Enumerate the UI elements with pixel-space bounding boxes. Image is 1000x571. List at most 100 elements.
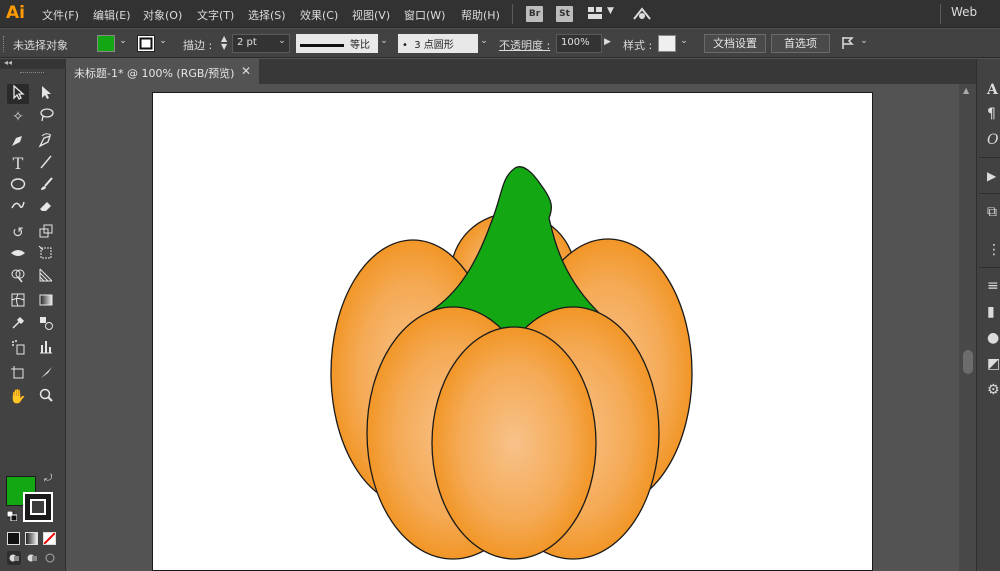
- arrange-icon[interactable]: [840, 35, 856, 51]
- menu-bar: Ai 文件(F) 编辑(E) 对象(O) 文字(T) 选择(S) 效果(C) 视…: [0, 0, 1000, 28]
- magic-wand-tool-icon[interactable]: ✧: [7, 107, 29, 127]
- menu-effect[interactable]: 效果(C): [300, 7, 338, 23]
- chevron-down-icon[interactable]: ⌄: [378, 36, 390, 50]
- panel-grip: [20, 72, 44, 74]
- chevron-down-icon[interactable]: ⌄: [678, 36, 690, 50]
- variable-width-profile[interactable]: 等比: [296, 34, 378, 53]
- eraser-tool-icon[interactable]: [35, 198, 57, 218]
- panel-grip: [3, 36, 5, 52]
- chevron-down-icon[interactable]: ⌄: [478, 36, 490, 50]
- curvature-tool-icon[interactable]: [35, 132, 57, 152]
- selection-tool-icon[interactable]: [7, 84, 29, 104]
- scroll-up-icon[interactable]: ▲: [963, 86, 969, 95]
- stroke-panel-icon[interactable]: ≡: [987, 277, 1000, 295]
- line-segment-tool-icon[interactable]: [35, 154, 57, 174]
- opacity-label[interactable]: 不透明度 :: [499, 37, 550, 53]
- ellipse-tool-icon[interactable]: [7, 176, 29, 196]
- scroll-thumb[interactable]: [963, 350, 973, 374]
- chevron-down-icon[interactable]: ⌄: [276, 36, 288, 50]
- opacity-input[interactable]: 100%: [556, 34, 602, 53]
- chevron-down-icon[interactable]: ⌄: [858, 36, 870, 50]
- default-colors-icon[interactable]: [6, 510, 18, 522]
- arrange-documents-icon[interactable]: [588, 7, 602, 19]
- menu-object[interactable]: 对象(O): [143, 7, 182, 23]
- chevron-right-icon[interactable]: ▶: [604, 37, 611, 47]
- chevron-down-icon[interactable]: ⌄: [157, 36, 169, 50]
- graphic-style-swatch[interactable]: [658, 35, 676, 52]
- eyedropper-tool-icon[interactable]: [7, 315, 29, 335]
- actions-panel-icon[interactable]: ▶: [987, 167, 1000, 185]
- paragraph-panel-icon[interactable]: ¶: [987, 105, 1000, 123]
- menu-edit[interactable]: 编辑(E): [93, 7, 131, 23]
- chevron-down-icon[interactable]: ⌄: [117, 36, 129, 50]
- lasso-tool-icon[interactable]: [35, 107, 57, 127]
- stroke-swatch[interactable]: [23, 492, 53, 522]
- zoom-tool-icon[interactable]: [35, 387, 57, 407]
- swap-colors-icon[interactable]: ⤾: [44, 473, 52, 484]
- gear-icon[interactable]: ⚙: [987, 381, 1000, 399]
- preferences-button[interactable]: 首选项: [771, 34, 830, 53]
- menu-window[interactable]: 窗口(W): [404, 7, 445, 23]
- document-setup-button[interactable]: 文档设置: [704, 34, 766, 53]
- mesh-tool-icon[interactable]: [7, 292, 29, 312]
- chevron-down-icon[interactable]: ▼: [607, 6, 614, 16]
- appearance-panel-icon[interactable]: ●: [987, 329, 1000, 347]
- width-tool-icon[interactable]: [7, 245, 29, 265]
- free-transform-tool-icon[interactable]: [35, 245, 57, 265]
- profile-line: [300, 43, 344, 47]
- perspective-grid-tool-icon[interactable]: [35, 267, 57, 287]
- stock-button[interactable]: St: [556, 6, 573, 22]
- workspace-switcher[interactable]: Web: [951, 5, 977, 19]
- none-mode-icon[interactable]: [43, 532, 56, 545]
- blend-tool-icon[interactable]: [35, 315, 57, 335]
- align-panel-icon[interactable]: ⋮⋮: [987, 241, 1000, 259]
- control-bar: 未选择对象 ⌄ ⌄ 描边 : ▲ ▼ 2 pt ⌄ 等比 ⌄ • 3 点圆形 ⌄ …: [0, 29, 1000, 58]
- menu-help[interactable]: 帮助(H): [461, 7, 500, 23]
- gradient-panel-icon[interactable]: ▮: [987, 303, 1000, 321]
- draw-behind-icon[interactable]: [25, 551, 39, 565]
- menu-select[interactable]: 选择(S): [248, 7, 286, 23]
- transform-panel-icon[interactable]: ⧉: [987, 203, 1000, 221]
- tab-document[interactable]: 未标题-1* @ 100% (RGB/预览) ✕: [66, 59, 259, 84]
- character-panel-icon[interactable]: A: [987, 81, 1000, 99]
- gradient-mode-icon[interactable]: [25, 532, 38, 545]
- shaper-tool-icon[interactable]: [7, 198, 29, 218]
- artboard-tool-icon[interactable]: [7, 365, 29, 385]
- opentype-panel-icon[interactable]: O: [987, 131, 1000, 149]
- menu-file[interactable]: 文件(F): [42, 7, 79, 23]
- column-graph-tool-icon[interactable]: [35, 339, 57, 359]
- hand-tool-icon[interactable]: ✋: [7, 387, 29, 407]
- close-icon[interactable]: ✕: [241, 64, 251, 78]
- graphic-styles-panel-icon[interactable]: ◩: [987, 355, 1000, 373]
- draw-normal-icon[interactable]: [7, 551, 21, 565]
- fill-color-swatch[interactable]: [97, 35, 115, 52]
- type-tool-icon[interactable]: T: [7, 154, 29, 174]
- menu-type[interactable]: 文字(T): [197, 7, 234, 23]
- shape-builder-tool-icon[interactable]: [7, 267, 29, 287]
- gradient-tool-icon[interactable]: [35, 292, 57, 312]
- pen-tool-icon[interactable]: [7, 132, 29, 152]
- pumpkin-center-segment[interactable]: [431, 326, 597, 560]
- document-tab-strip: 未标题-1* @ 100% (RGB/预览) ✕: [66, 59, 976, 84]
- color-mode-icon[interactable]: [7, 532, 20, 545]
- pumpkin-artwork[interactable]: [153, 93, 874, 571]
- scale-tool-icon[interactable]: [35, 223, 57, 243]
- symbol-sprayer-tool-icon[interactable]: [7, 339, 29, 359]
- vertical-scrollbar[interactable]: ▲: [959, 84, 976, 571]
- paintbrush-tool-icon[interactable]: [35, 176, 57, 196]
- rotate-tool-icon[interactable]: ↺: [7, 223, 29, 243]
- selection-status: 未选择对象: [13, 39, 68, 52]
- stroke-stepper-icon[interactable]: ▲ ▼: [221, 35, 227, 51]
- gpu-performance-icon[interactable]: [632, 5, 652, 23]
- bridge-button[interactable]: Br: [526, 6, 543, 22]
- stroke-label[interactable]: 描边 :: [183, 37, 212, 53]
- draw-inside-icon[interactable]: [43, 551, 57, 565]
- collapse-icon[interactable]: ◂◂: [4, 58, 12, 67]
- brush-definition[interactable]: • 3 点圆形: [398, 34, 478, 53]
- slice-tool-icon[interactable]: [35, 365, 57, 385]
- menu-view[interactable]: 视图(V): [352, 7, 390, 23]
- stroke-color-swatch[interactable]: [137, 35, 155, 52]
- artboard[interactable]: [152, 92, 873, 571]
- direct-selection-tool-icon[interactable]: [35, 84, 57, 104]
- panel-divider: [979, 193, 1000, 194]
